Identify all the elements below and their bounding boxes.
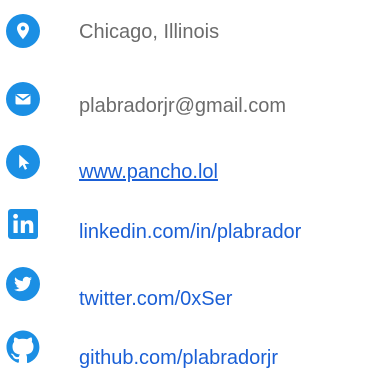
envelope-icon xyxy=(4,80,42,118)
github-icon xyxy=(4,328,42,366)
linkedin-link[interactable]: linkedin.com/in/plabrador xyxy=(79,220,301,244)
location-pin-icon xyxy=(4,12,42,50)
github-link[interactable]: github.com/plabradorjr xyxy=(79,346,278,370)
cursor-arrow-icon xyxy=(4,143,42,181)
twitter-link[interactable]: twitter.com/0xSer xyxy=(79,287,232,311)
contact-row-twitter[interactable]: twitter.com/0xSer xyxy=(0,265,389,315)
website-link[interactable]: www.pancho.lol xyxy=(79,160,218,184)
contact-row-location: Chicago, Illinois xyxy=(0,12,389,62)
location-text: Chicago, Illinois xyxy=(79,21,220,43)
email-text: plabradorjr@gmail.com xyxy=(79,95,287,117)
contact-row-linkedin[interactable]: linkedin.com/in/plabrador xyxy=(0,205,389,255)
linkedin-icon xyxy=(4,205,42,243)
contact-list: Chicago, Illinois plabradorjr@gmail.com … xyxy=(0,0,389,372)
twitter-icon xyxy=(4,265,42,303)
contact-row-website[interactable]: www.pancho.lol xyxy=(0,143,389,193)
contact-row-email: plabradorjr@gmail.com xyxy=(0,80,389,130)
contact-row-github[interactable]: github.com/plabradorjr xyxy=(0,328,389,372)
